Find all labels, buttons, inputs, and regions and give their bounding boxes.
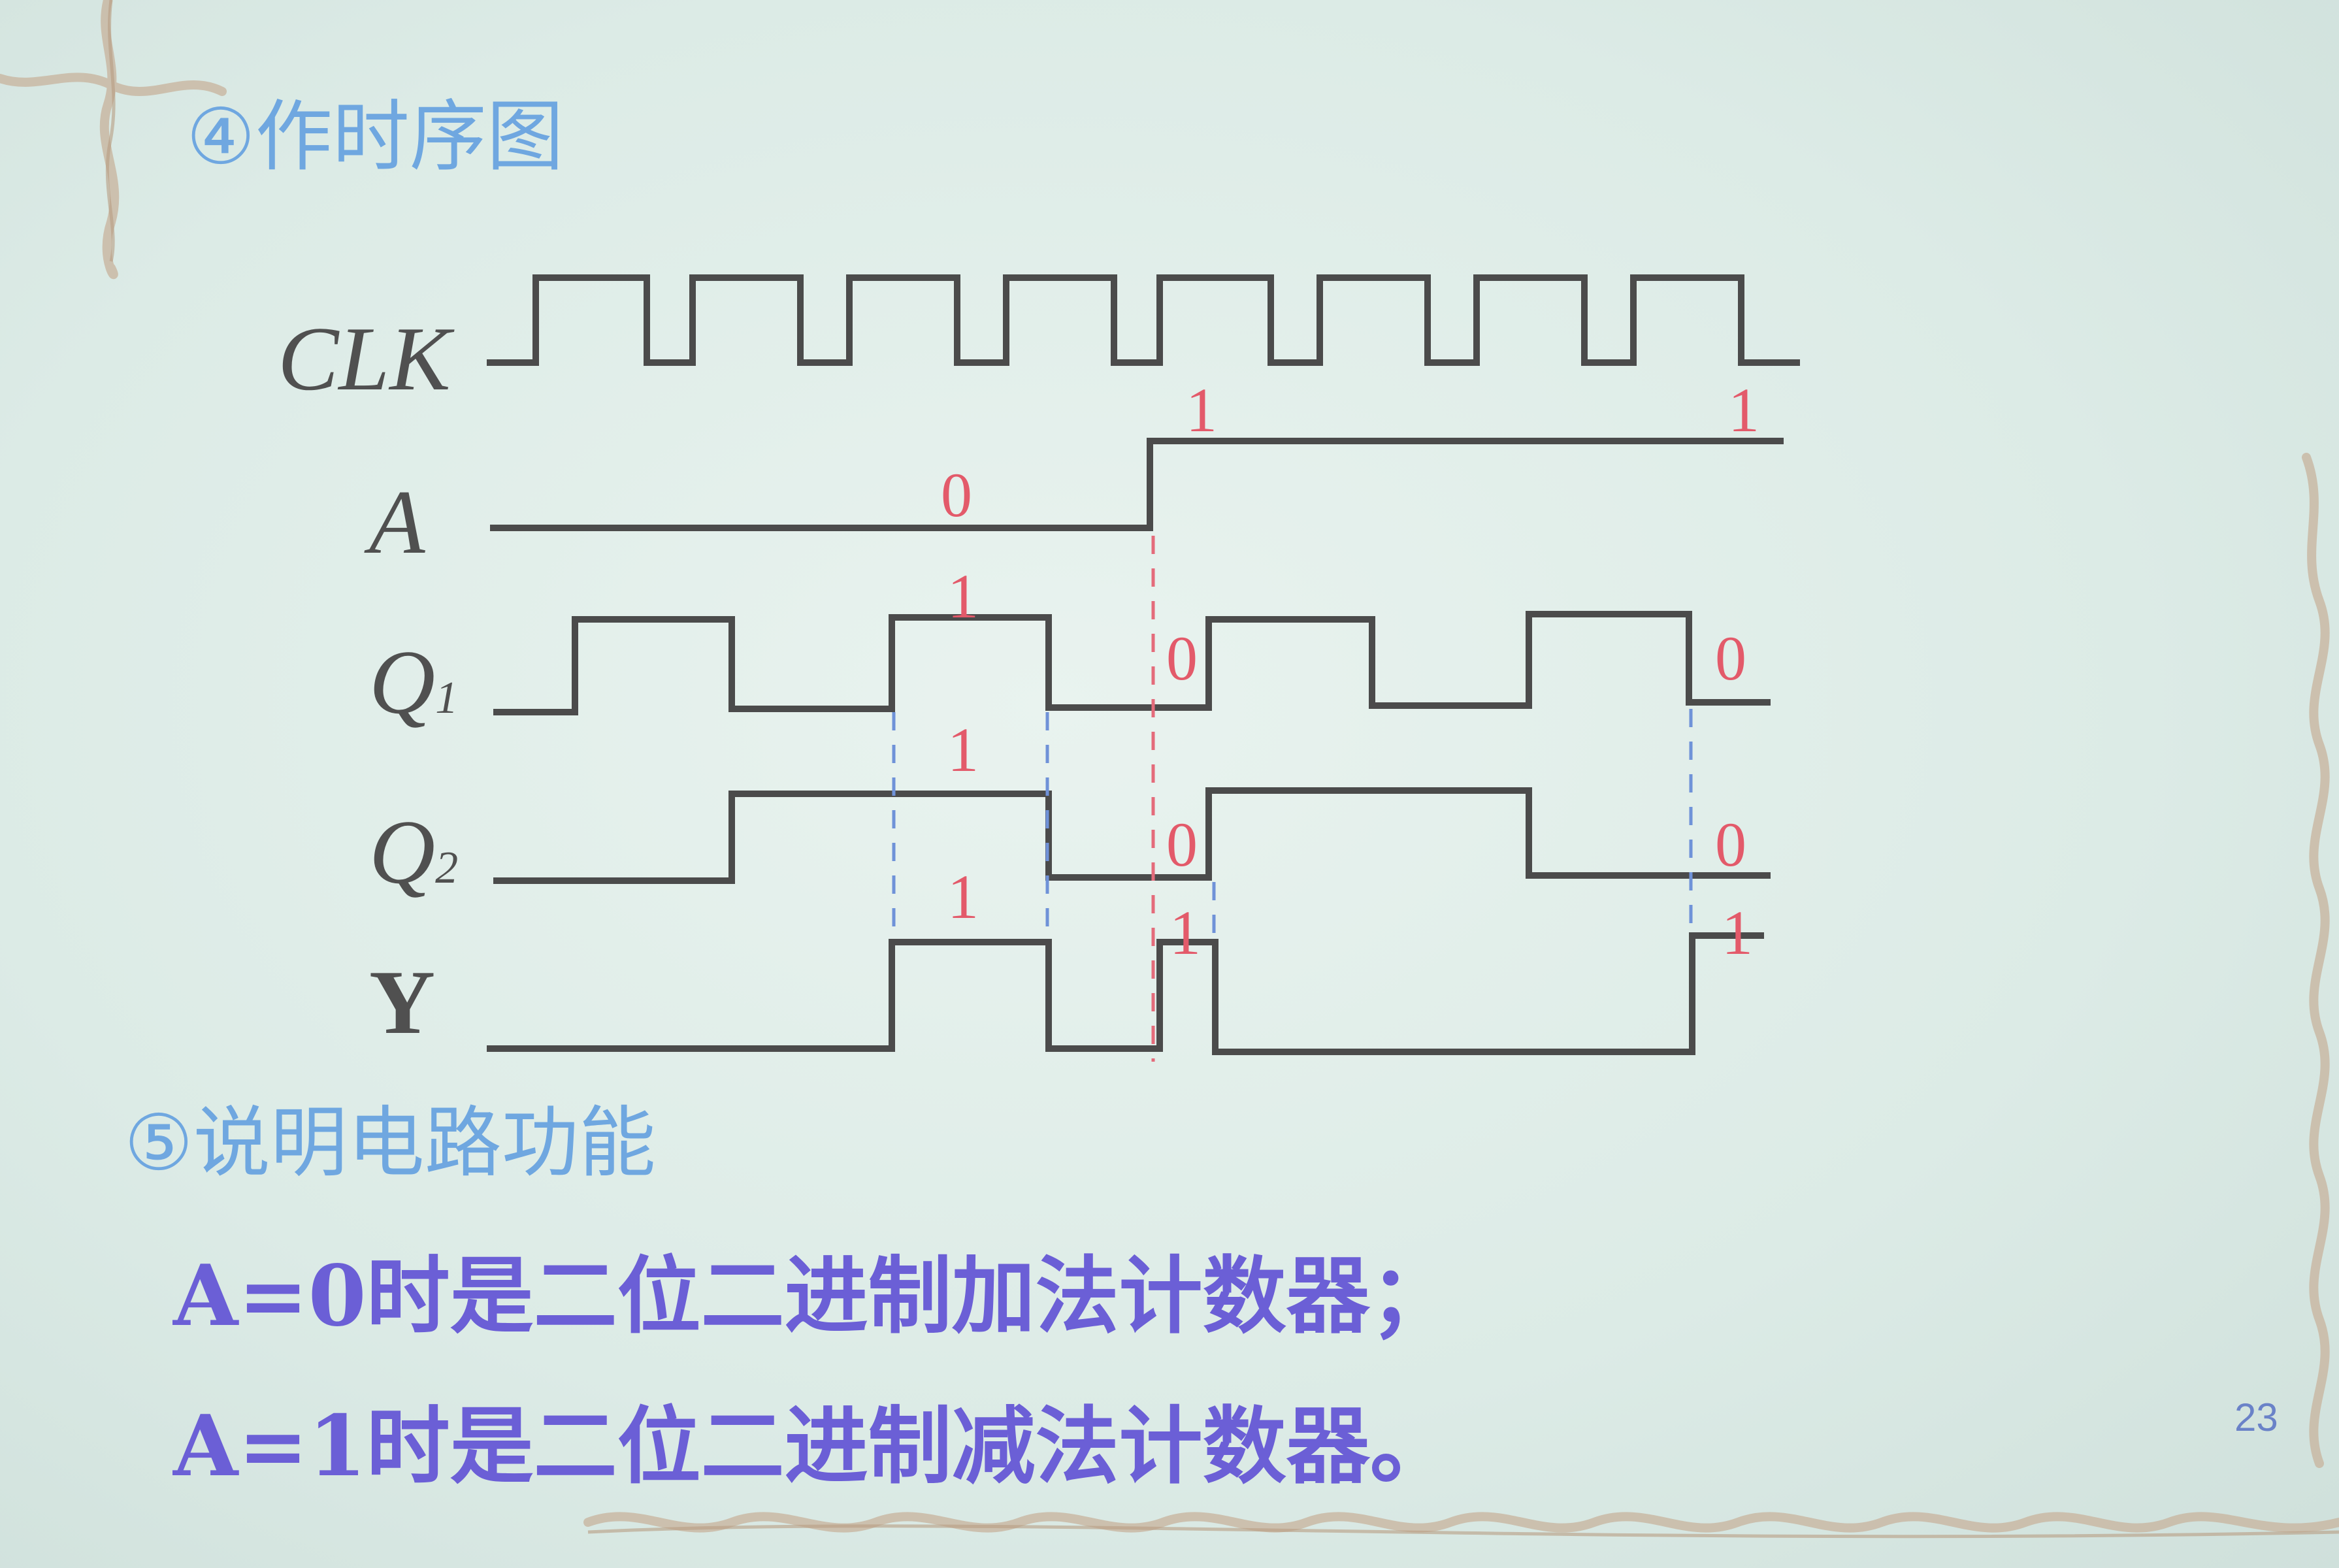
signal-label-q2-sub: 2 xyxy=(435,843,459,893)
signal-label-a: A xyxy=(369,472,425,573)
annotation-q2-switch: 0 xyxy=(1166,809,1198,879)
annotation-q2-end: 0 xyxy=(1715,809,1746,879)
q1-waveform xyxy=(493,611,1771,715)
annotation-q1-end: 0 xyxy=(1715,623,1746,693)
signal-label-q1: Q1 xyxy=(369,637,458,728)
page-number: 23 xyxy=(2234,1396,2278,1439)
a-waveform xyxy=(490,438,1784,531)
annotation-q2-mid: 1 xyxy=(947,715,979,785)
annotation-a-after-2: 1 xyxy=(1728,375,1759,445)
signal-label-q2-main: Q xyxy=(369,802,436,903)
annotation-a-after-1: 1 xyxy=(1186,375,1217,445)
clk-waveform xyxy=(487,274,1800,366)
signal-label-q1-main: Q xyxy=(369,632,436,733)
annotation-y-switch: 1 xyxy=(1170,898,1201,968)
heading-circuit-function: ⑤说明电路功能 xyxy=(124,1098,656,1188)
signal-label-clk: CLK xyxy=(278,308,451,410)
function-line-subtract: A=1时是二位二进制减法计数器。 xyxy=(173,1397,1454,1495)
annotation-q1-switch: 0 xyxy=(1166,623,1198,693)
annotation-y-end: 1 xyxy=(1722,898,1753,968)
signal-label-q1-sub: 1 xyxy=(435,673,459,723)
signal-label-y: Y xyxy=(369,952,436,1053)
function-line-add: A=0时是二位二进制加法计数器； xyxy=(173,1247,1454,1345)
q2-waveform xyxy=(493,787,1771,884)
annotation-q1-mid: 1 xyxy=(947,561,979,631)
signal-label-q2: Q2 xyxy=(369,807,458,898)
annotation-a-before: 0 xyxy=(941,460,972,530)
annotation-y-mid: 1 xyxy=(947,862,979,932)
y-waveform xyxy=(487,932,1764,1055)
